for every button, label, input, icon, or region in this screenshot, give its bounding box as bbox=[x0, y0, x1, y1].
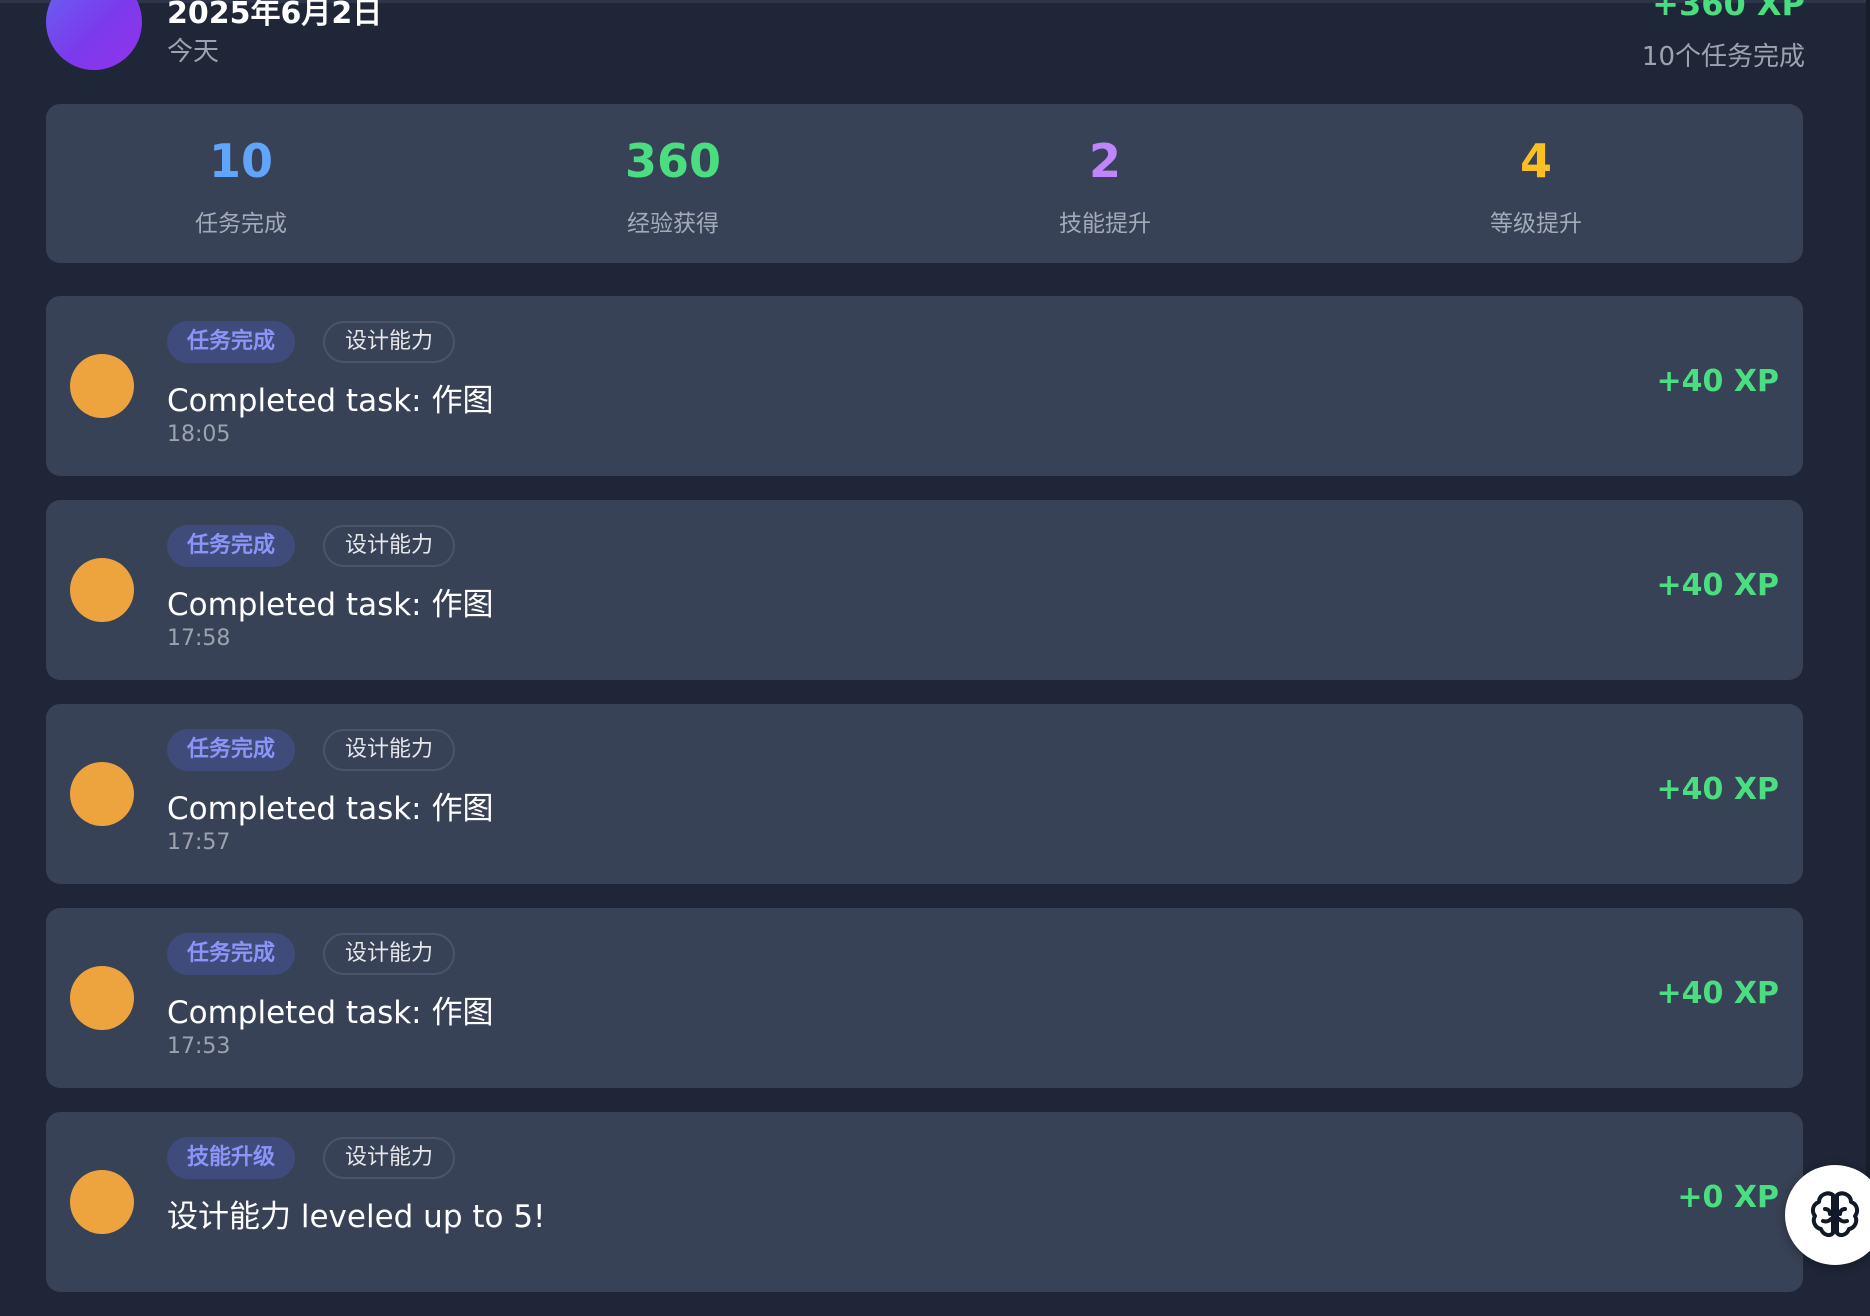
entry-time: 17:58 bbox=[167, 626, 231, 651]
entry-title: Completed task: 作图 bbox=[167, 995, 494, 1031]
daily-stats-panel: 10 任务完成 360 经验获得 2 技能提升 4 等级提升 bbox=[46, 104, 1803, 263]
entry-xp: +40 XP bbox=[1656, 568, 1779, 603]
activity-entry[interactable]: 任务完成 设计能力 Completed task: 作图 17:57 +40 X… bbox=[46, 704, 1803, 884]
activity-dot-icon bbox=[70, 966, 134, 1030]
entry-title: 设计能力 leveled up to 5! bbox=[167, 1199, 546, 1235]
activity-dot-icon bbox=[70, 1170, 134, 1234]
entry-skill-tag[interactable]: 设计能力 bbox=[323, 525, 456, 567]
stat-label: 等级提升 bbox=[1490, 211, 1582, 237]
entry-skill-tag[interactable]: 设计能力 bbox=[323, 321, 456, 363]
stat-level-ups: 4 等级提升 bbox=[1386, 104, 1686, 263]
entry-time: 18:05 bbox=[167, 422, 231, 447]
entry-xp: +40 XP bbox=[1656, 772, 1779, 807]
entry-time: 17:53 bbox=[167, 1034, 231, 1059]
activity-entry[interactable]: 任务完成 设计能力 Completed task: 作图 17:58 +40 X… bbox=[46, 500, 1803, 680]
activity-feed: 任务完成 设计能力 Completed task: 作图 18:05 +40 X… bbox=[46, 296, 1803, 1316]
activity-dot-icon bbox=[70, 558, 134, 622]
stat-value: 10 bbox=[208, 134, 273, 188]
entry-type-tag: 任务完成 bbox=[167, 321, 296, 363]
stat-value: 4 bbox=[1519, 134, 1552, 188]
day-relative-label: 今天 bbox=[167, 37, 220, 67]
stat-label: 任务完成 bbox=[195, 211, 287, 237]
entry-skill-tag[interactable]: 设计能力 bbox=[323, 729, 456, 771]
activity-entry[interactable]: 技能升级 设计能力 设计能力 leveled up to 5! +0 XP bbox=[46, 1112, 1803, 1292]
entry-skill-tag[interactable]: 设计能力 bbox=[323, 933, 456, 975]
entry-title: Completed task: 作图 bbox=[167, 587, 494, 623]
entry-xp: +40 XP bbox=[1656, 976, 1779, 1011]
stat-tasks-completed: 10 任务完成 bbox=[91, 104, 391, 263]
stat-label: 经验获得 bbox=[627, 211, 719, 237]
activity-entry[interactable]: 任务完成 设计能力 Completed task: 作图 18:05 +40 X… bbox=[46, 296, 1803, 476]
entry-title: Completed task: 作图 bbox=[167, 383, 494, 419]
brain-icon bbox=[1810, 1191, 1860, 1238]
entry-type-tag: 技能升级 bbox=[167, 1137, 296, 1179]
stat-value: 360 bbox=[624, 134, 722, 188]
activity-entry[interactable]: 任务完成 设计能力 Completed task: 作图 17:53 +40 X… bbox=[46, 908, 1803, 1088]
scrollbar-track[interactable] bbox=[1866, 0, 1870, 1222]
entry-title: Completed task: 作图 bbox=[167, 791, 494, 827]
entry-xp: +40 XP bbox=[1656, 364, 1779, 399]
entry-time: 17:57 bbox=[167, 830, 231, 855]
entry-type-tag: 任务完成 bbox=[167, 525, 296, 567]
entry-xp: +0 XP bbox=[1677, 1180, 1779, 1215]
activity-dot-icon bbox=[70, 762, 134, 826]
stat-value: 2 bbox=[1088, 134, 1121, 188]
entry-type-tag: 任务完成 bbox=[167, 729, 296, 771]
entry-type-tag: 任务完成 bbox=[167, 933, 296, 975]
day-task-count: 10个任务完成 bbox=[1641, 42, 1805, 72]
day-avatar-icon bbox=[46, 0, 142, 70]
stat-label: 技能提升 bbox=[1059, 211, 1151, 237]
stat-xp-gained: 360 经验获得 bbox=[523, 104, 823, 263]
entry-skill-tag[interactable]: 设计能力 bbox=[323, 1137, 456, 1179]
activity-dot-icon bbox=[70, 354, 134, 418]
day-date: 2025年6月2日 bbox=[167, 0, 383, 31]
day-total-xp: +360 XP bbox=[1652, 0, 1805, 23]
stat-skill-ups: 2 技能提升 bbox=[955, 104, 1255, 263]
